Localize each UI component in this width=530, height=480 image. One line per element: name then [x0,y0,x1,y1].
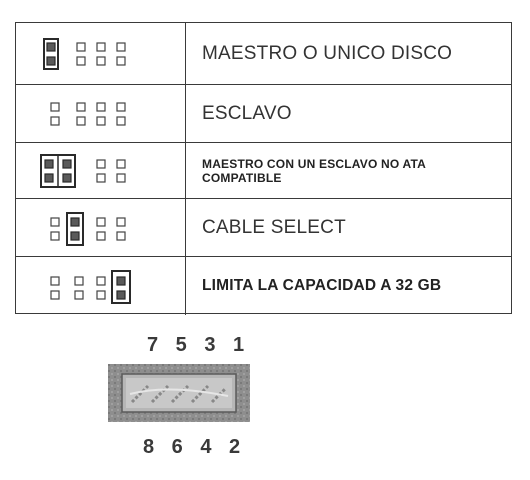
page: MAESTRO O UNICO DISCO ESCLAVO MAESTRO CO… [0,0,530,480]
top-pin-numbers: 7 5 3 1 [147,334,251,356]
jumper-connector-diagram: 7 5 3 1 8 6 4 2 [0,0,530,480]
jumper-block-picture [108,364,250,422]
bottom-pin-numbers: 8 6 4 2 [143,436,247,458]
